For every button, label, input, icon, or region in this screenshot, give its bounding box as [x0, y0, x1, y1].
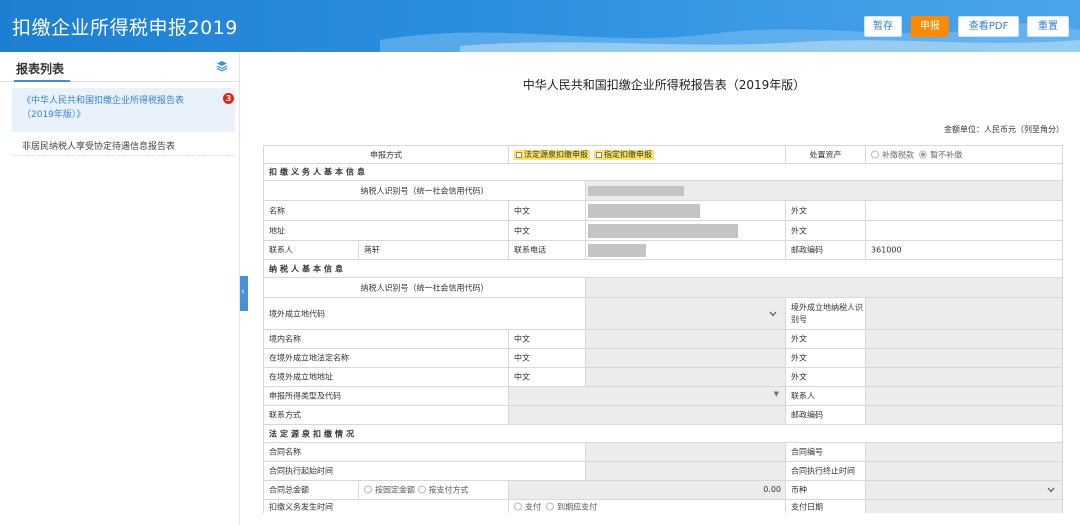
pay-tax-radio[interactable]: 补缴税款 [871, 150, 914, 159]
contract-total-field[interactable]: 0.00 [508, 481, 785, 499]
contact-person-field[interactable]: 蒋轩 [358, 241, 508, 259]
no-pay-radio[interactable]: 暂不补缴 [919, 150, 962, 159]
page-title: 中华人民共和国扣缴企业所得税报告表（2019年版） [522, 78, 806, 92]
save-draft-button[interactable]: 暂存 [864, 16, 902, 37]
form-row-withholder-address: 地址 中文 外文 [263, 220, 1063, 240]
withholder-id-field[interactable] [585, 181, 1063, 200]
contract-no-field[interactable] [865, 443, 1063, 461]
form-row-domestic-name: 境内名称 中文 外文 [263, 329, 1063, 348]
collapse-sidebar-handle[interactable]: ‹ [240, 276, 248, 311]
report-list-title-underline [14, 80, 70, 82]
postcode-field[interactable]: 361000 [865, 241, 1063, 259]
designated-withholding-checkbox[interactable]: 指定扣缴申报 [594, 149, 654, 160]
form-row-contract-name: 合同名称 合同编号 [263, 442, 1063, 461]
currency-select[interactable] [865, 481, 1063, 499]
foreign-legal-name-foreign-field[interactable] [865, 349, 1063, 367]
foreign-legal-name-cn-field[interactable] [585, 349, 785, 367]
domestic-name-foreign-field[interactable] [865, 330, 1063, 348]
sidebar-item-label: 《中华人民共和国扣缴企业所得税报告表（2019年版）》 [22, 96, 185, 120]
caret-down-icon: ▼ [773, 390, 779, 398]
pay-date-field[interactable] [865, 500, 1063, 513]
sidebar-item-treaty-report[interactable]: 非居民纳税人享受协定待遇信息报告表 [12, 136, 235, 156]
section-withholder-info: 扣缴义务人基本信息 [263, 163, 1063, 180]
declare-method-label: 申报方式 [370, 150, 402, 159]
form-row-foreign-legal-name: 在境外成立地法定名称 中文 外文 [263, 348, 1063, 367]
form-row-withholder-id: 纳税人识别号（统一社会信用代码） [263, 180, 1063, 200]
foreign-address-cn-field[interactable] [585, 368, 785, 386]
amount-unit-note: 金额单位：人民币元（列至角分） [944, 125, 1064, 134]
form-row-foreign-place: 境外成立地代码 境外成立地纳税人识别号 [263, 297, 1063, 329]
form-row-income-type: 申报所得类型及代码 ▼ 联系人 [263, 386, 1063, 405]
error-count-badge: 3 [223, 93, 234, 104]
withholder-address-cn-field[interactable] [585, 221, 785, 240]
contract-end-field[interactable] [865, 462, 1063, 480]
payment-method-radio[interactable]: 按支付方式 [417, 485, 469, 495]
foreign-taxpayer-id-field[interactable] [865, 298, 1063, 329]
layers-icon[interactable] [216, 60, 228, 72]
contact-method-field[interactable] [508, 406, 785, 424]
form-row-contract-total: 合同总金额 按固定金额 按支付方式 0.00 币种 [263, 480, 1063, 499]
report-list-panel: 报表列表 《中华人民共和国扣缴企业所得税报告表（2019年版）》 3 非居民纳税… [0, 52, 240, 525]
form-row-taxpayer-id: 纳税人识别号（统一社会信用代码） [263, 277, 1063, 297]
form-row-contract-period: 合同执行起始时间 合同执行终止时间 [263, 461, 1063, 480]
report-list-title: 报表列表 [16, 62, 65, 76]
section-taxpayer-info: 纳税人基本信息 [263, 259, 1063, 277]
contract-name-field[interactable] [585, 443, 785, 461]
form-row-declare-method: 申报方式 法定源泉扣缴申报 指定扣缴申报 处置资产 补缴税款 暂不补缴 [263, 145, 1063, 163]
form-row-withholding-time: 扣缴义务发生时间 支付 到期应支付 支付日期 [263, 499, 1063, 513]
withholder-name-foreign-field[interactable] [865, 201, 1063, 220]
domestic-name-cn-field[interactable] [585, 330, 785, 348]
withholder-name-cn-field[interactable] [585, 201, 785, 220]
chevron-left-icon: ‹ [241, 287, 245, 297]
due-payable-radio[interactable]: 到期应支付 [546, 502, 597, 511]
foreign-address-foreign-field[interactable] [865, 368, 1063, 386]
contract-start-field[interactable] [585, 462, 785, 480]
form-row-foreign-address: 在境外成立地地址 中文 外文 [263, 367, 1063, 386]
chevron-down-icon [1047, 487, 1055, 493]
taxpayer-id-field[interactable] [585, 278, 1063, 297]
dispose-assets-label: 处置资产 [809, 150, 842, 159]
fixed-amount-radio[interactable]: 按固定金额 [364, 485, 415, 495]
submit-button[interactable]: 申报 [911, 16, 949, 37]
app-title: 扣缴企业所得税申报2019 [12, 17, 238, 39]
income-type-select[interactable]: ▼ [508, 387, 785, 405]
sidebar-item-withholding-report[interactable]: 《中华人民共和国扣缴企业所得税报告表（2019年版）》 3 [12, 88, 235, 132]
withholder-address-foreign-field[interactable] [865, 221, 1063, 240]
form-row-contact-method: 联系方式 邮政编码 [263, 405, 1063, 424]
form-row-withholder-name: 名称 中文 外文 [263, 200, 1063, 220]
chevron-down-icon [769, 311, 777, 316]
app-header: 扣缴企业所得税申报2019 暂存 申报 查看PDF 重置 [0, 0, 1080, 52]
reset-button[interactable]: 重置 [1027, 16, 1069, 37]
statutory-withholding-checkbox[interactable]: 法定源泉扣缴申报 [514, 149, 590, 160]
sidebar-item-label: 非居民纳税人享受协定待遇信息报告表 [22, 142, 176, 152]
form-row-withholder-contact: 联系人 蒋轩 联系电话 邮政编码 361000 [263, 240, 1063, 259]
view-pdf-button[interactable]: 查看PDF [958, 16, 1019, 37]
section-statutory-withholding: 法定源泉扣缴情况 [263, 424, 1063, 442]
taxpayer-postcode-field[interactable] [865, 406, 1063, 424]
phone-field[interactable] [585, 241, 785, 259]
foreign-place-code-select[interactable] [585, 298, 785, 329]
report-list-header: 报表列表 [0, 52, 240, 82]
taxpayer-contact-field[interactable] [865, 387, 1063, 405]
paid-radio[interactable]: 支付 [514, 502, 541, 511]
